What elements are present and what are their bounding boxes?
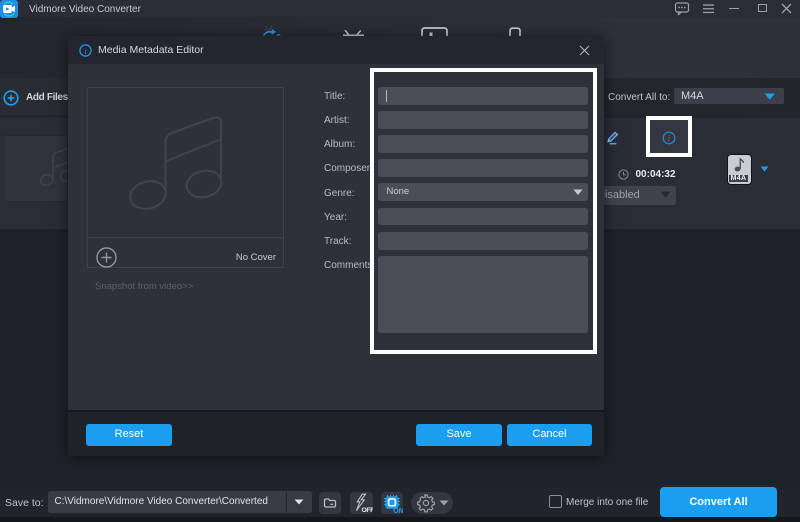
svg-text:i: i <box>84 46 87 56</box>
svg-text:ON: ON <box>393 508 403 514</box>
svg-text:OFF: OFF <box>362 507 374 514</box>
svg-text:i: i <box>668 134 671 144</box>
